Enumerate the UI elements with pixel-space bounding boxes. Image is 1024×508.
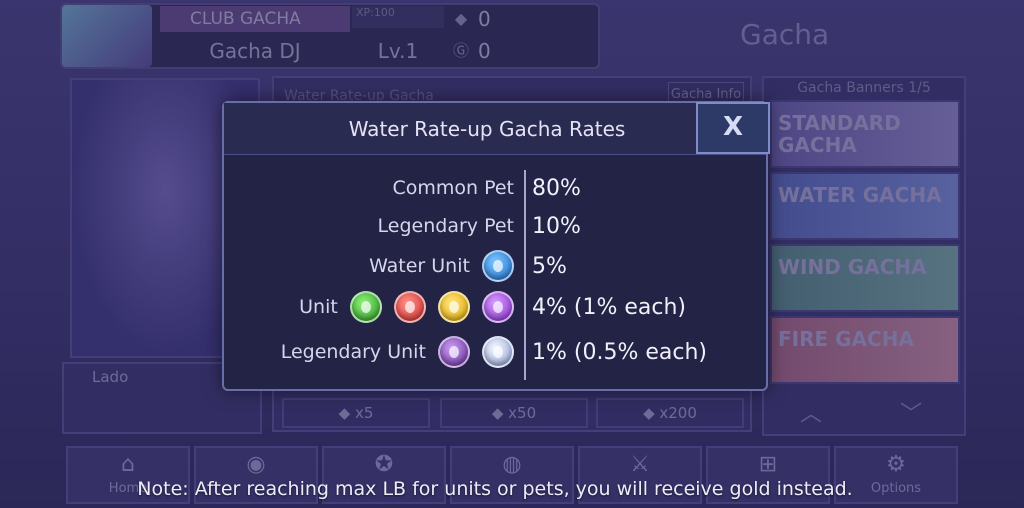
close-button[interactable]: X: [696, 102, 770, 154]
rate-row-label: Common Pet: [230, 176, 514, 199]
nature-orb-icon: [349, 291, 382, 323]
common-pet-label: Common Pet: [392, 176, 514, 199]
light-orb-icon: [437, 291, 470, 323]
dark-orb-icon: [482, 291, 514, 323]
legendary-pet-rate: 10%: [532, 214, 581, 239]
fire-orb-icon: [393, 291, 426, 323]
celestial-orb-icon: [482, 336, 514, 368]
water-orb-icon: [482, 250, 514, 282]
rate-row-label: Water Unit: [230, 250, 514, 282]
legendary-pet-label: Legendary Pet: [377, 214, 514, 237]
close-icon: X: [722, 112, 744, 142]
modal-header: Water Rate-up Gacha Rates: [224, 103, 766, 155]
legendary-unit-label: Legendary Unit: [280, 341, 426, 363]
legendary-unit-rate: 1% (0.5% each): [532, 340, 708, 365]
water-unit-rate: 5%: [532, 254, 567, 279]
rate-row-label: Unit: [230, 291, 514, 323]
common-pet-rate: 80%: [532, 176, 581, 201]
water-unit-label: Water Unit: [369, 255, 470, 277]
rate-row-label: Legendary Unit: [230, 336, 514, 368]
rate-row-label: Legendary Pet: [230, 214, 514, 237]
unit-rate: 4% (1% each): [532, 295, 687, 320]
shadow-orb-icon: [437, 336, 470, 368]
unit-label: Unit: [299, 296, 338, 318]
gold-conversion-note: Note: After reaching max LB for units or…: [137, 478, 853, 500]
rates-divider: [524, 170, 526, 380]
modal-title: Water Rate-up Gacha Rates: [348, 117, 626, 141]
